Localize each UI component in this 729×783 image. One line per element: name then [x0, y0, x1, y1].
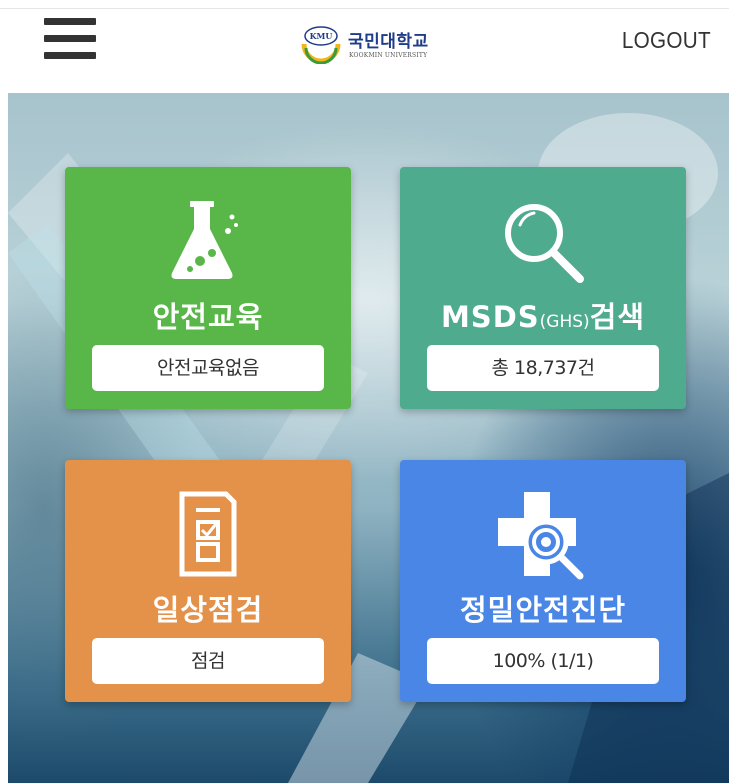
flask-icon [171, 201, 238, 279]
daily-inspection-card[interactable]: 일상점검 점검 [65, 460, 351, 702]
logout-button[interactable]: LOGOUT [622, 27, 711, 54]
safety-diagnosis-status: 100% (1/1) [427, 638, 659, 684]
hamburger-menu-icon[interactable] [44, 18, 98, 60]
university-logo: KMU 국민대학교 KOOKMIN UNIVERSITY [300, 22, 460, 66]
daily-inspection-status: 점검 [92, 638, 324, 684]
msds-title-main: MSDS [440, 300, 540, 334]
safety-education-title: 안전교육 [152, 300, 264, 334]
logo-badge-text: KMU [310, 31, 333, 41]
msds-search-title: MSDS(GHS)검색 [400, 294, 686, 336]
header-bar: KMU 국민대학교 KOOKMIN UNIVERSITY LOGOUT [0, 0, 729, 93]
msds-title-search: 검색 [589, 300, 646, 334]
kmu-emblem-icon: KMU [301, 26, 341, 64]
msds-title-ghs: (GHS) [539, 312, 590, 332]
checklist-icon [179, 491, 237, 577]
safety-diagnosis-title: 정밀안전진단 [459, 593, 627, 627]
msds-search-card[interactable]: MSDS(GHS)검색 총 18,737건 [400, 167, 686, 409]
header-top-rule [0, 8, 729, 9]
msds-search-status: 총 18,737건 [427, 345, 659, 391]
hero-background: 안전교육 안전교육없음 MSDS(GHS)검색 총 18,737건 일상점검 점… [8, 93, 729, 783]
safety-education-card[interactable]: 안전교육 안전교육없음 [65, 167, 351, 409]
magnifier-icon [505, 204, 584, 283]
daily-inspection-title: 일상점검 [152, 593, 264, 627]
safety-diagnosis-card[interactable]: 정밀안전진단 100% (1/1) [400, 460, 686, 702]
safety-education-status: 안전교육없음 [92, 345, 324, 391]
logo-name: 국민대학교 [348, 32, 429, 52]
logo-subtitle: KOOKMIN UNIVERSITY [349, 52, 428, 59]
medical-cross-search-icon [498, 492, 584, 580]
